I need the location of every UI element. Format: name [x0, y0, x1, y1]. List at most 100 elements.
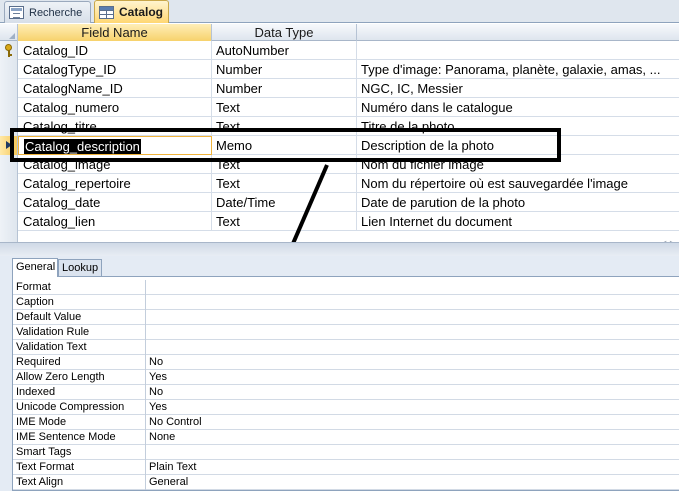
property-value[interactable] — [146, 295, 679, 310]
field-row[interactable]: Catalog_numero Text Numéro dans le catalog… — [0, 98, 679, 117]
field-properties-pane: General Lookup Format Caption Default Valu… — [0, 256, 679, 491]
field-row[interactable]: Catalog_lien Text Lien Internet du documen… — [0, 212, 679, 231]
property-row: IME Mode No Control — [13, 415, 679, 430]
property-value[interactable] — [146, 325, 679, 340]
description-cell[interactable]: Lien Internet du document — [357, 212, 679, 231]
property-value[interactable]: Yes — [146, 370, 679, 385]
property-row: Default Value — [13, 310, 679, 325]
row-selector[interactable] — [0, 174, 18, 193]
property-label: Smart Tags — [13, 445, 146, 460]
property-label: Text Format — [13, 460, 146, 475]
field-name-text: Catalog_lien — [23, 214, 96, 229]
property-value[interactable]: Yes — [146, 400, 679, 415]
property-row: Format — [13, 280, 679, 295]
property-row: Smart Tags — [13, 445, 679, 460]
description-cell[interactable]: NGC, IC, Messier — [357, 79, 679, 98]
tab-label: Recherche — [29, 6, 83, 19]
tab-label: Catalog — [119, 5, 164, 19]
property-label: Allow Zero Length — [13, 370, 146, 385]
field-name-cell[interactable]: CatalogName_ID — [18, 79, 212, 98]
description-cell[interactable]: Nom du répertoire où est sauvegardée l'i… — [357, 174, 679, 193]
property-row: Validation Text — [13, 340, 679, 355]
field-name-text: Catalog_date — [23, 195, 101, 210]
property-row: Text Format Plain Text — [13, 460, 679, 475]
property-label: Validation Text — [13, 340, 146, 355]
property-value[interactable] — [146, 310, 679, 325]
primary-key-icon — [4, 44, 14, 57]
property-value[interactable]: No Control — [146, 415, 679, 430]
data-type-cell[interactable]: Text — [212, 98, 357, 117]
property-value[interactable]: Plain Text — [146, 460, 679, 475]
field-name-cell[interactable]: Catalog_numero — [18, 98, 212, 117]
grid-header: Field Name Data Type — [0, 24, 679, 41]
data-type-cell[interactable]: Text — [212, 174, 357, 193]
property-row: Required No — [13, 355, 679, 370]
tab-catalog[interactable]: Catalog — [94, 0, 169, 23]
field-name-text: Catalog_repertoire — [23, 176, 131, 191]
property-row: IME Sentence Mode None — [13, 430, 679, 445]
table-icon — [99, 5, 114, 19]
property-row: Text Align General — [13, 475, 679, 490]
row-selector[interactable] — [0, 212, 18, 231]
field-row[interactable]: CatalogType_ID Number Type d'image: Panora… — [0, 60, 679, 79]
field-row[interactable]: Catalog_date Date/Time Date de parution de… — [0, 193, 679, 212]
document-tab-bar: Recherche Catalog — [0, 0, 679, 23]
property-row: Indexed No — [13, 385, 679, 400]
description-cell[interactable]: Numéro dans le catalogue — [357, 98, 679, 117]
row-selector[interactable] — [0, 60, 18, 79]
property-value[interactable]: No — [146, 385, 679, 400]
column-header-description[interactable] — [357, 24, 679, 41]
property-label: Default Value — [13, 310, 146, 325]
field-name-cell[interactable]: CatalogType_ID — [18, 60, 212, 79]
field-name-cell[interactable]: Catalog_date — [18, 193, 212, 212]
field-row[interactable]: Catalog_repertoire Text Nom du répertoire … — [0, 174, 679, 193]
property-value[interactable] — [146, 340, 679, 355]
form-icon — [9, 6, 24, 19]
property-value[interactable]: General — [146, 475, 679, 490]
property-value[interactable]: No — [146, 355, 679, 370]
field-name-cell[interactable]: Catalog_ID — [18, 41, 212, 60]
tab-recherche[interactable]: Recherche — [4, 1, 91, 23]
pane-splitter[interactable] — [0, 242, 679, 256]
property-label: Validation Rule — [13, 325, 146, 340]
description-cell[interactable] — [357, 41, 679, 60]
column-header-field-name[interactable]: Field Name — [18, 24, 212, 41]
data-type-cell[interactable]: Text — [212, 212, 357, 231]
field-row[interactable]: CatalogName_ID Number NGC, IC, Messier — [0, 79, 679, 98]
row-selector[interactable] — [0, 98, 18, 117]
select-all-corner[interactable] — [0, 24, 18, 41]
property-label: Required — [13, 355, 146, 370]
field-row[interactable]: Catalog_ID AutoNumber — [0, 41, 679, 60]
property-row: Unicode Compression Yes — [13, 400, 679, 415]
tab-lookup[interactable]: Lookup — [58, 259, 102, 277]
data-type-cell[interactable]: Number — [212, 79, 357, 98]
property-sheet: Format Caption Default Value Validation Rul… — [12, 276, 679, 491]
property-label: Unicode Compression — [13, 400, 146, 415]
description-cell[interactable]: Date de parution de la photo — [357, 193, 679, 212]
property-label: IME Sentence Mode — [13, 430, 146, 445]
field-name-cell[interactable]: Catalog_repertoire — [18, 174, 212, 193]
property-label: Text Align — [13, 475, 146, 490]
description-cell[interactable]: Type d'image: Panorama, planète, galaxie… — [357, 60, 679, 79]
field-name-text: CatalogType_ID — [23, 62, 117, 77]
property-value[interactable]: None — [146, 430, 679, 445]
property-row: Validation Rule — [13, 325, 679, 340]
data-type-cell[interactable]: AutoNumber — [212, 41, 357, 60]
field-name-cell[interactable]: Catalog_lien — [18, 212, 212, 231]
data-type-cell[interactable]: Date/Time — [212, 193, 357, 212]
field-name-text: CatalogName_ID — [23, 81, 123, 96]
property-label: IME Mode — [13, 415, 146, 430]
property-label: Indexed — [13, 385, 146, 400]
data-type-cell[interactable]: Number — [212, 60, 357, 79]
annotation-highlight-box — [10, 128, 561, 162]
property-value[interactable] — [146, 445, 679, 460]
property-row: Caption — [13, 295, 679, 310]
column-header-data-type[interactable]: Data Type — [212, 24, 357, 41]
row-selector[interactable] — [0, 79, 18, 98]
row-selector[interactable] — [0, 41, 18, 60]
tab-general[interactable]: General — [12, 258, 58, 277]
field-name-text: Catalog_ID — [23, 43, 89, 58]
row-selector[interactable] — [0, 193, 18, 212]
property-value[interactable] — [146, 280, 679, 295]
field-name-text: Catalog_numero — [23, 100, 120, 115]
